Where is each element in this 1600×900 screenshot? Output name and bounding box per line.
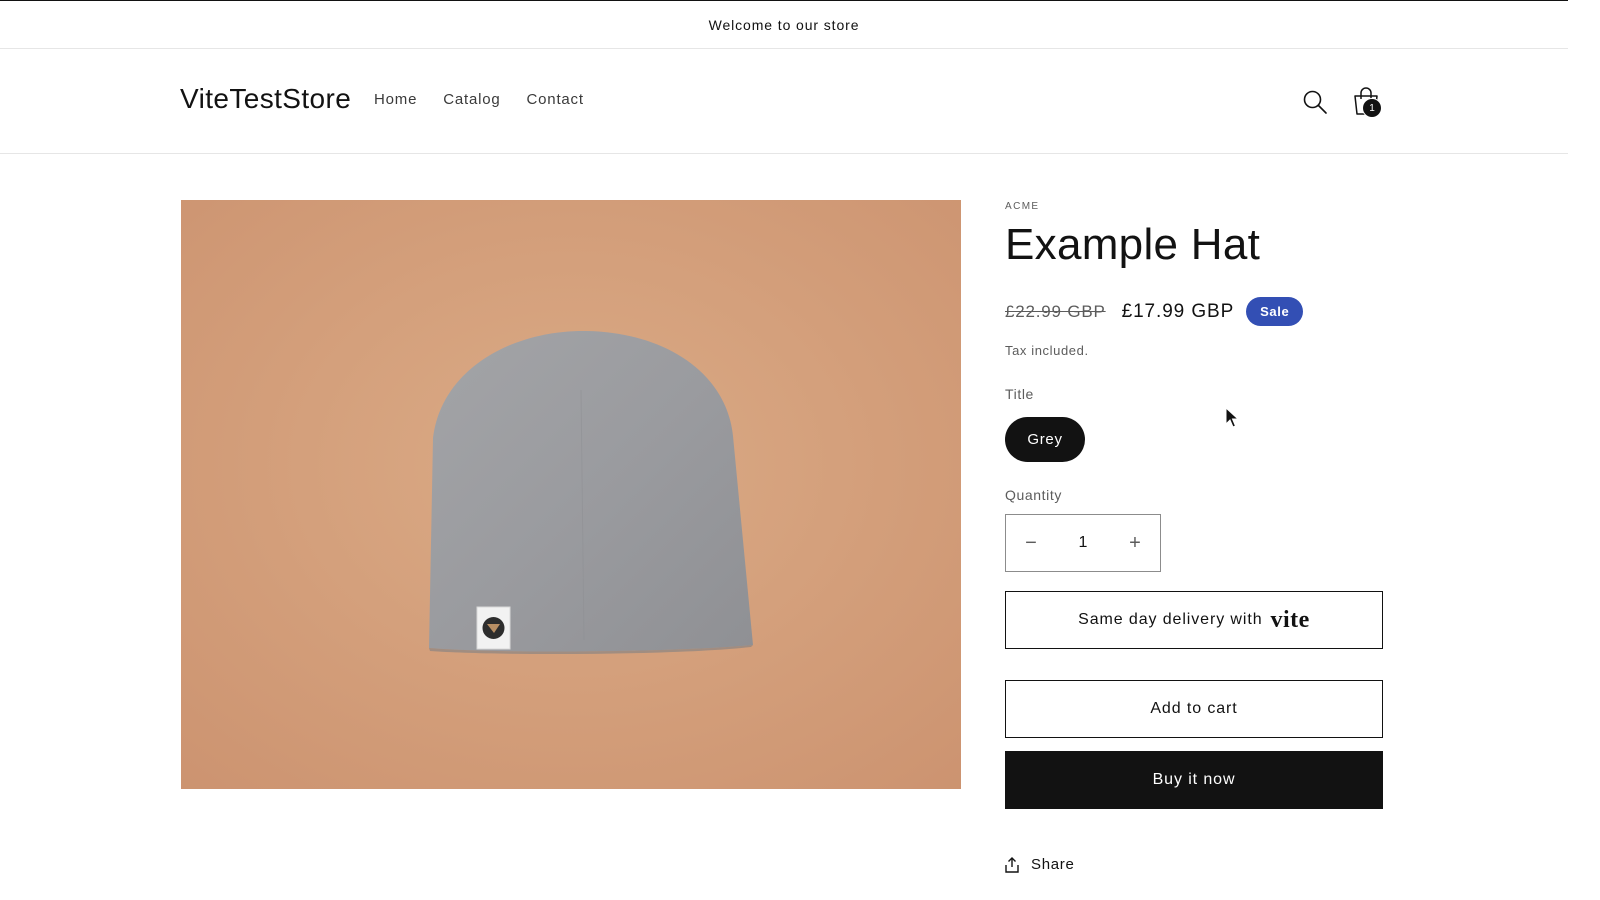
product-vendor: ACME — [1005, 201, 1040, 212]
nav-home[interactable]: Home — [374, 91, 417, 108]
quantity-increase-button[interactable]: + — [1110, 515, 1160, 571]
vite-logo: vite — [1270, 606, 1310, 633]
variant-pill-grey[interactable]: Grey — [1005, 417, 1085, 462]
search-icon[interactable] — [1302, 89, 1328, 115]
sale-badge: Sale — [1246, 297, 1304, 326]
announcement-bar: Welcome to our store — [0, 0, 1568, 49]
quantity-stepper: − + — [1005, 514, 1161, 572]
share-button[interactable]: Share — [1005, 856, 1075, 873]
vite-delivery-button[interactable]: Same day delivery with vite — [1005, 591, 1383, 649]
nav-catalog[interactable]: Catalog — [443, 91, 500, 108]
nav-contact[interactable]: Contact — [527, 91, 584, 108]
buy-now-button[interactable]: Buy it now — [1005, 751, 1383, 809]
site-header: ViteTestStore Home Catalog Contact 1 — [0, 49, 1568, 154]
sale-price: £17.99 GBP — [1121, 300, 1235, 322]
store-logo[interactable]: ViteTestStore — [180, 83, 351, 115]
main-nav: Home Catalog Contact — [374, 91, 610, 108]
quantity-decrease-button[interactable]: − — [1006, 515, 1056, 571]
product-title: Example Hat — [1005, 220, 1261, 269]
product-image[interactable] — [181, 200, 961, 789]
vite-delivery-text: Same day delivery with — [1078, 611, 1263, 628]
tax-note: Tax included. — [1005, 343, 1089, 358]
share-label: Share — [1031, 856, 1075, 873]
quantity-label: Quantity — [1005, 487, 1062, 503]
share-icon — [1005, 856, 1019, 873]
regular-price: £22.99 GBP — [1005, 301, 1106, 321]
grey-beanie-image — [181, 200, 961, 789]
quantity-input[interactable] — [1056, 515, 1110, 571]
announcement-text: Welcome to our store — [708, 16, 860, 33]
mouse-cursor-icon — [1225, 407, 1239, 428]
add-to-cart-button[interactable]: Add to cart — [1005, 680, 1383, 738]
cart-count-badge: 1 — [1362, 98, 1382, 118]
price-row: £22.99 GBP £17.99 GBP Sale — [1005, 297, 1304, 326]
option-label: Title — [1005, 386, 1034, 402]
